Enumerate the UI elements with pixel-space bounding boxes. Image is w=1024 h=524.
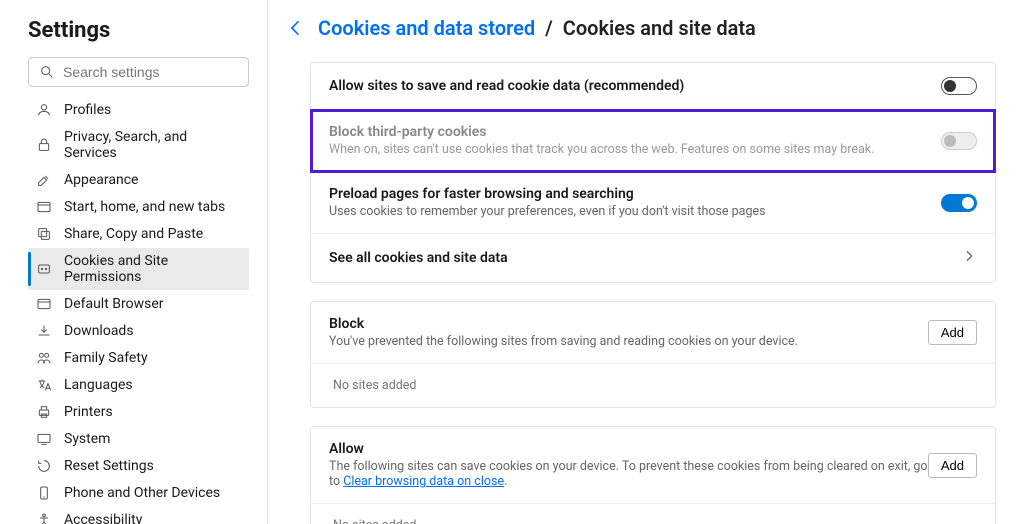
nav-printers[interactable]: Printers bbox=[28, 399, 249, 425]
nav-accessibility[interactable]: Accessibility bbox=[28, 507, 249, 524]
nav-privacy[interactable]: Privacy, Search, and Services bbox=[28, 124, 249, 166]
nav-label: Printers bbox=[64, 404, 113, 420]
nav-appearance[interactable]: Appearance bbox=[28, 167, 249, 193]
settings-sidebar: Settings Profiles Privacy, Search, and S… bbox=[0, 0, 268, 524]
breadcrumb: Cookies and data stored / Cookies and si… bbox=[282, 14, 996, 42]
allow-cookies-title: Allow sites to save and read cookie data… bbox=[329, 78, 941, 94]
reset-icon bbox=[36, 458, 52, 474]
block-third-party-desc: When on, sites can't use cookies that tr… bbox=[329, 142, 941, 157]
family-icon bbox=[36, 350, 52, 366]
search-settings-box[interactable] bbox=[28, 57, 249, 87]
cookie-settings-card: Allow sites to save and read cookie data… bbox=[310, 62, 996, 283]
printer-icon bbox=[36, 404, 52, 420]
allow-section-card: Allow The following sites can save cooki… bbox=[310, 426, 996, 524]
nav-start-home[interactable]: Start, home, and new tabs bbox=[28, 194, 249, 220]
nav-share-copy[interactable]: Share, Copy and Paste bbox=[28, 221, 249, 247]
nav-family-safety[interactable]: Family Safety bbox=[28, 345, 249, 371]
block-desc: You've prevented the following sites fro… bbox=[329, 334, 928, 349]
allow-empty-state: No sites added bbox=[311, 503, 995, 524]
share-icon bbox=[36, 226, 52, 242]
allow-desc: The following sites can save cookies on … bbox=[329, 459, 928, 489]
block-add-button[interactable]: Add bbox=[928, 320, 977, 345]
nav-reset-settings[interactable]: Reset Settings bbox=[28, 453, 249, 479]
block-title: Block bbox=[329, 316, 928, 332]
nav-label: Languages bbox=[64, 377, 133, 393]
chevron-right-icon bbox=[961, 248, 977, 268]
block-third-party-toggle bbox=[941, 132, 977, 150]
block-empty-state: No sites added bbox=[311, 363, 995, 407]
allow-add-button[interactable]: Add bbox=[928, 453, 977, 478]
search-settings-input[interactable] bbox=[63, 64, 244, 80]
nav-label: Reset Settings bbox=[64, 458, 154, 474]
nav-system[interactable]: System bbox=[28, 426, 249, 452]
breadcrumb-current: Cookies and site data bbox=[563, 16, 756, 40]
allow-title: Allow bbox=[329, 441, 928, 457]
see-all-cookies-row[interactable]: See all cookies and site data bbox=[311, 234, 995, 282]
breadcrumb-parent-link[interactable]: Cookies and data stored bbox=[318, 16, 535, 40]
back-button[interactable] bbox=[282, 14, 310, 42]
nav-label: Profiles bbox=[64, 102, 111, 118]
nav-label: Share, Copy and Paste bbox=[64, 226, 203, 242]
tab-icon bbox=[36, 199, 52, 215]
search-icon bbox=[39, 64, 55, 80]
block-header-row: Block You've prevented the following sit… bbox=[311, 302, 995, 363]
settings-main: Cookies and data stored / Cookies and si… bbox=[268, 0, 1024, 524]
lock-icon bbox=[36, 137, 52, 153]
nav-label: Appearance bbox=[64, 172, 138, 188]
download-icon bbox=[36, 323, 52, 339]
profile-icon bbox=[36, 102, 52, 118]
preload-desc: Uses cookies to remember your preference… bbox=[329, 204, 941, 219]
nav-languages[interactable]: Languages bbox=[28, 372, 249, 398]
clear-browsing-data-link[interactable]: Clear browsing data on close bbox=[343, 474, 504, 489]
nav-label: Family Safety bbox=[64, 350, 148, 366]
brush-icon bbox=[36, 172, 52, 188]
language-icon bbox=[36, 377, 52, 393]
allow-header-row: Allow The following sites can save cooki… bbox=[311, 427, 995, 503]
preload-row: Preload pages for faster browsing and se… bbox=[311, 172, 995, 234]
nav-label: Cookies and Site Permissions bbox=[64, 253, 241, 285]
phone-icon bbox=[36, 485, 52, 501]
nav-label: Downloads bbox=[64, 323, 134, 339]
allow-cookies-toggle[interactable] bbox=[941, 77, 977, 95]
preload-toggle[interactable] bbox=[941, 194, 977, 212]
block-third-party-row: Block third-party cookies When on, sites… bbox=[311, 110, 995, 172]
settings-nav: Profiles Privacy, Search, and Services A… bbox=[28, 97, 249, 524]
nav-profiles[interactable]: Profiles bbox=[28, 97, 249, 123]
nav-label: Phone and Other Devices bbox=[64, 485, 220, 501]
nav-default-browser[interactable]: Default Browser bbox=[28, 291, 249, 317]
nav-label: Accessibility bbox=[64, 512, 142, 524]
breadcrumb-separator: / bbox=[545, 16, 553, 40]
settings-title: Settings bbox=[28, 18, 249, 43]
nav-phone-devices[interactable]: Phone and Other Devices bbox=[28, 480, 249, 506]
nav-cookies-permissions[interactable]: Cookies and Site Permissions bbox=[28, 248, 249, 290]
block-section-card: Block You've prevented the following sit… bbox=[310, 301, 996, 408]
browser-icon bbox=[36, 296, 52, 312]
nav-label: Start, home, and new tabs bbox=[64, 199, 225, 215]
preload-title: Preload pages for faster browsing and se… bbox=[329, 186, 941, 202]
block-third-party-title: Block third-party cookies bbox=[329, 124, 941, 140]
system-icon bbox=[36, 431, 52, 447]
see-all-cookies-title: See all cookies and site data bbox=[329, 250, 961, 266]
nav-downloads[interactable]: Downloads bbox=[28, 318, 249, 344]
allow-cookies-row: Allow sites to save and read cookie data… bbox=[311, 63, 995, 110]
nav-label: Privacy, Search, and Services bbox=[64, 129, 241, 161]
cookie-icon bbox=[36, 261, 52, 277]
nav-label: Default Browser bbox=[64, 296, 164, 312]
nav-label: System bbox=[64, 431, 110, 447]
accessibility-icon bbox=[36, 512, 52, 524]
